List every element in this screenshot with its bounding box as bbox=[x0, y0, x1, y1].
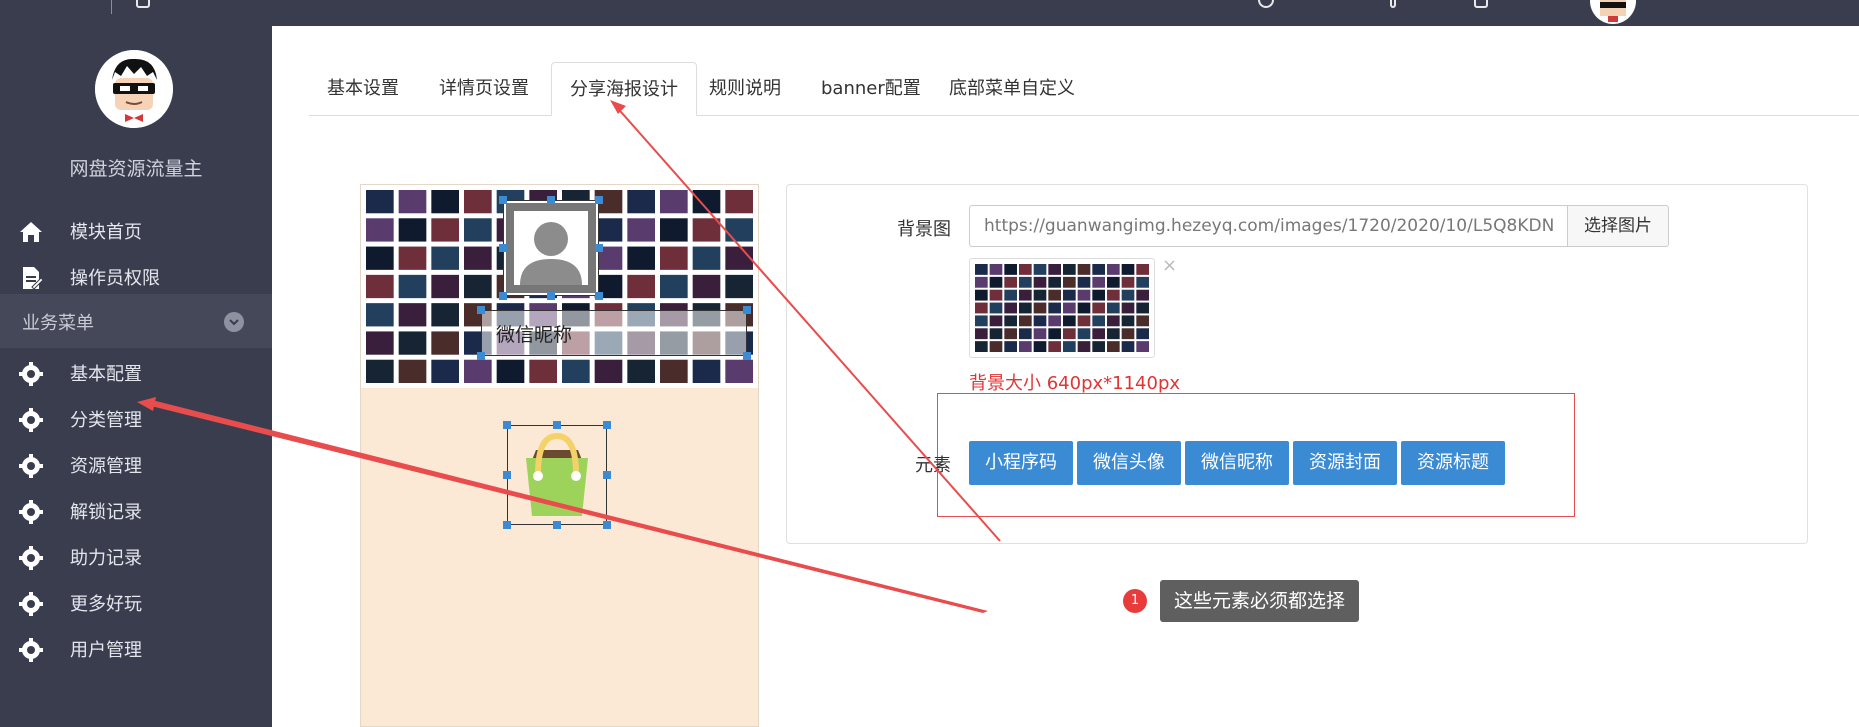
close-icon[interactable]: × bbox=[1162, 257, 1180, 275]
home-icon bbox=[20, 222, 42, 242]
resize-handle[interactable] bbox=[499, 244, 507, 252]
background-label: 背景图 bbox=[897, 219, 951, 240]
resize-handle[interactable] bbox=[603, 521, 611, 529]
help-icon[interactable] bbox=[1258, 0, 1274, 8]
poster-avatar-element[interactable] bbox=[503, 200, 599, 296]
background-url-input[interactable] bbox=[969, 205, 1567, 247]
tab-share-poster-design[interactable]: 分享海报设计 bbox=[551, 62, 697, 116]
resize-handle[interactable] bbox=[499, 196, 507, 204]
sidebar-item-label: 分类管理 bbox=[70, 410, 142, 431]
sidebar-item-user-management[interactable]: 用户管理 bbox=[0, 622, 272, 676]
resize-handle[interactable] bbox=[477, 352, 485, 360]
background-thumbnail bbox=[969, 258, 1155, 358]
user-avatar-icon bbox=[506, 203, 596, 293]
profile-block: 网盘资源流量主 bbox=[0, 26, 272, 204]
resize-handle[interactable] bbox=[499, 292, 507, 300]
poster-nickname-element[interactable]: 微信昵称 bbox=[481, 310, 747, 356]
sidebar-section-label: 业务菜单 bbox=[22, 313, 94, 334]
tab-detail-page-settings[interactable]: 详情页设置 bbox=[421, 62, 547, 116]
background-size-hint: 背景大小 640px*1140px bbox=[969, 373, 1181, 394]
resize-handle[interactable] bbox=[547, 196, 555, 204]
sidebar-item-label: 操作员权限 bbox=[70, 268, 160, 289]
gear-icon bbox=[19, 592, 43, 616]
sidebar-item-label: 用户管理 bbox=[70, 640, 142, 661]
sidebar-item-label: 基本配置 bbox=[70, 364, 142, 385]
annotation-badge: 1 bbox=[1123, 589, 1147, 613]
element-button-wechat-nickname[interactable]: 微信昵称 bbox=[1185, 441, 1289, 485]
sidebar-item-label: 资源管理 bbox=[70, 456, 142, 477]
poster-nickname-text: 微信昵称 bbox=[496, 324, 573, 346]
resize-handle[interactable] bbox=[743, 352, 751, 360]
resize-handle[interactable] bbox=[603, 471, 611, 479]
top-bar bbox=[0, 0, 1859, 26]
elements-label: 元素 bbox=[915, 455, 951, 476]
window-icon[interactable] bbox=[136, 0, 150, 8]
gear-icon bbox=[19, 454, 43, 478]
background-thumbnail-image bbox=[975, 264, 1149, 352]
sidebar: 网盘资源流量主 模块首页 操作员权限 业务菜单 基本配置 分类管理 资源管理 解… bbox=[0, 26, 272, 727]
sidebar-item-label: 助力记录 bbox=[70, 548, 142, 569]
resize-handle[interactable] bbox=[503, 521, 511, 529]
sidebar-item-label: 更多好玩 bbox=[70, 594, 142, 615]
gear-icon bbox=[19, 408, 43, 432]
element-button-wechat-avatar[interactable]: 微信头像 bbox=[1077, 441, 1181, 485]
main-content: 基本设置 详情页设置 分享海报设计 规则说明 banner配置 底部菜单自定义 … bbox=[272, 26, 1859, 727]
gear-icon bbox=[19, 362, 43, 386]
profile-avatar[interactable] bbox=[95, 50, 173, 128]
tab-basic-settings[interactable]: 基本设置 bbox=[309, 62, 417, 116]
pick-image-button[interactable]: 选择图片 bbox=[1567, 205, 1669, 247]
annotation-callout: 这些元素必须都选择 bbox=[1160, 580, 1360, 622]
tab-banner-config[interactable]: banner配置 bbox=[803, 62, 939, 116]
shopping-bag-icon bbox=[526, 432, 588, 516]
sidebar-item-label: 模块首页 bbox=[70, 222, 142, 243]
chevron-down-icon bbox=[224, 312, 244, 332]
resize-handle[interactable] bbox=[595, 196, 603, 204]
top-bar-divider bbox=[111, 0, 112, 14]
resize-handle[interactable] bbox=[743, 306, 751, 314]
gear-icon bbox=[19, 546, 43, 570]
resize-handle[interactable] bbox=[503, 421, 511, 429]
poster-settings-panel: 背景图 选择图片 × 背景大小 640px*1140px 元素 小程序码 微信头… bbox=[786, 184, 1808, 544]
gear-icon bbox=[19, 500, 43, 524]
tab-rules[interactable]: 规则说明 bbox=[691, 62, 799, 116]
poster-qrcode-element[interactable] bbox=[507, 425, 607, 525]
tab-bottom-menu-custom[interactable]: 底部菜单自定义 bbox=[931, 62, 1093, 116]
resize-handle[interactable] bbox=[547, 292, 555, 300]
mobile-icon[interactable] bbox=[1474, 0, 1488, 8]
element-button-resource-cover[interactable]: 资源封面 bbox=[1293, 441, 1397, 485]
resize-handle[interactable] bbox=[595, 244, 603, 252]
profile-name: 网盘资源流量主 bbox=[69, 158, 203, 180]
gear-icon bbox=[19, 638, 43, 662]
resize-handle[interactable] bbox=[477, 306, 485, 314]
element-button-resource-title[interactable]: 资源标题 bbox=[1401, 441, 1505, 485]
resize-handle[interactable] bbox=[553, 521, 561, 529]
sidebar-item-label: 解锁记录 bbox=[70, 502, 142, 523]
poster-canvas[interactable]: 微信昵称 bbox=[360, 184, 759, 727]
tab-bar: 基本设置 详情页设置 分享海报设计 规则说明 banner配置 底部菜单自定义 bbox=[309, 62, 1859, 116]
element-button-mini-program-code[interactable]: 小程序码 bbox=[969, 441, 1073, 485]
notification-icon[interactable] bbox=[1390, 0, 1396, 8]
resize-handle[interactable] bbox=[603, 421, 611, 429]
resize-handle[interactable] bbox=[503, 471, 511, 479]
resize-handle[interactable] bbox=[595, 292, 603, 300]
user-avatar[interactable] bbox=[1590, 0, 1636, 24]
document-edit-icon bbox=[23, 267, 44, 290]
sidebar-section-business-menu[interactable]: 业务菜单 bbox=[0, 294, 272, 348]
resize-handle[interactable] bbox=[553, 421, 561, 429]
